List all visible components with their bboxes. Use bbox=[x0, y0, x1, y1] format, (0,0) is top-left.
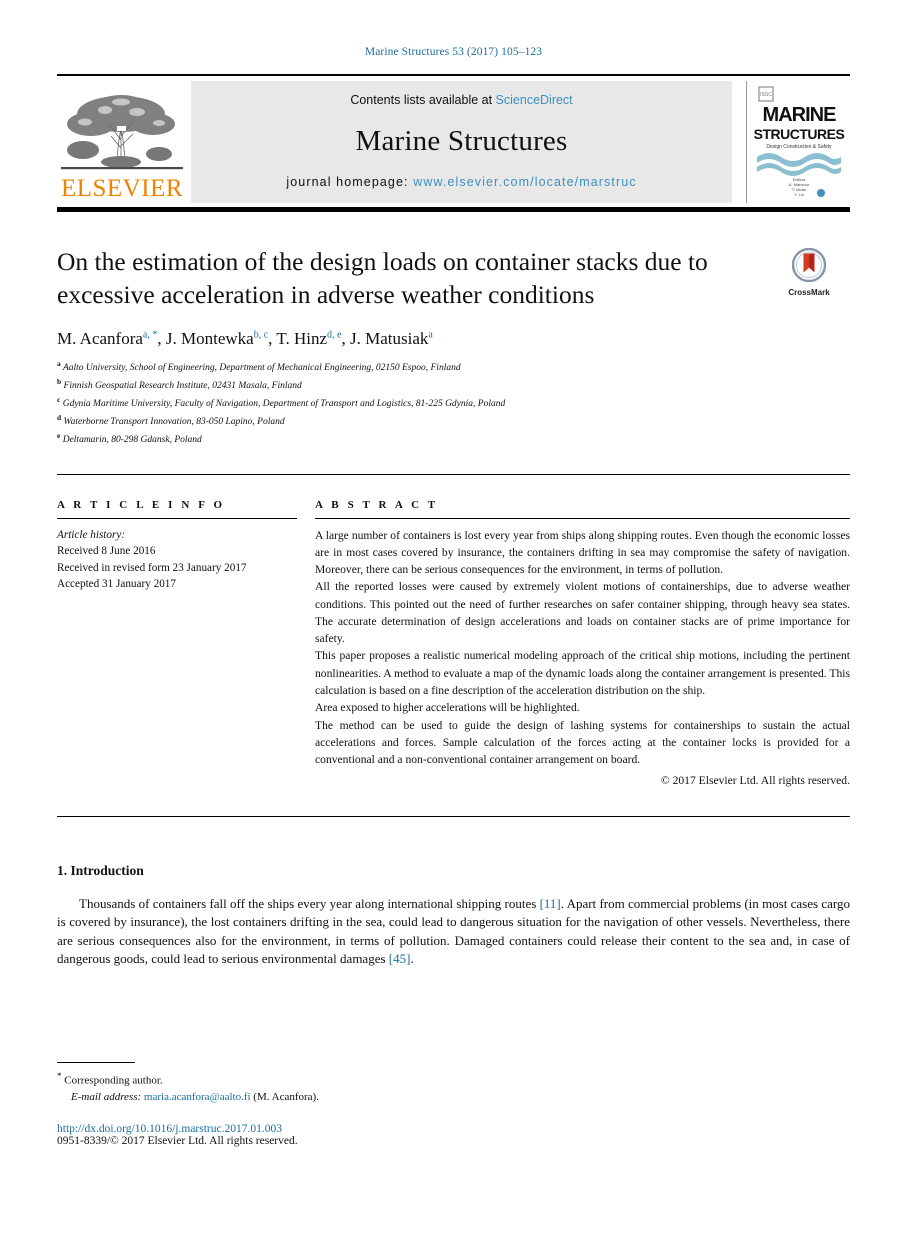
contents-line: Contents lists available at ScienceDirec… bbox=[350, 93, 572, 107]
issn-copyright-line: 0951-8339/© 2017 Elsevier Ltd. All right… bbox=[57, 1134, 298, 1147]
page-title: On the estimation of the design loads on… bbox=[57, 247, 708, 309]
author-sep: , bbox=[341, 329, 350, 349]
page-footer: * Corresponding author. E-mail address: … bbox=[57, 1062, 850, 1147]
affiliation-marker: b bbox=[57, 377, 62, 387]
info-abstract-section: A R T I C L E I N F O Article history: R… bbox=[57, 473, 850, 790]
affiliation-text: Waterborne Transport Innovation, 83-050 … bbox=[63, 417, 285, 428]
introduction-section: 1. Introduction Thousands of containers … bbox=[57, 863, 850, 969]
author-sup: b, c bbox=[253, 329, 269, 341]
article-history-label: Article history: bbox=[57, 528, 126, 541]
reference-link-45[interactable]: [45] bbox=[389, 951, 411, 966]
homepage-prefix: journal homepage: bbox=[286, 175, 414, 189]
footnote-marker: * bbox=[57, 1071, 62, 1081]
email-note: E-mail address: maria.acanfora@aalto.fi … bbox=[57, 1089, 850, 1106]
abstract-paragraph: Area exposed to higher accelerations wil… bbox=[315, 701, 580, 715]
abstract-column: A B S T R A C T A large number of contai… bbox=[315, 499, 850, 790]
abstract-body: A large number of containers is lost eve… bbox=[315, 527, 850, 790]
contents-prefix: Contents lists available at bbox=[350, 93, 496, 107]
elsevier-wordmark: ELSEVIER bbox=[60, 175, 184, 202]
affiliation-marker: a bbox=[57, 359, 61, 369]
affiliation-item: a Aalto University, School of Engineerin… bbox=[57, 358, 850, 376]
article-info-heading: A R T I C L E I N F O bbox=[57, 498, 226, 511]
author-name: M. Acanfora bbox=[57, 329, 143, 349]
article-history-item: Received in revised form 23 January 2017 bbox=[57, 561, 247, 574]
crossmark-label: CrossMark bbox=[788, 288, 830, 297]
author-sep: , bbox=[157, 329, 166, 349]
abstract-paragraph: The method can be used to guide the desi… bbox=[315, 718, 850, 767]
crossmark-badge[interactable]: CrossMark bbox=[768, 247, 850, 297]
abstract-copyright: © 2017 Elsevier Ltd. All rights reserved… bbox=[660, 774, 850, 788]
sciencedirect-link[interactable]: ScienceDirect bbox=[496, 93, 573, 107]
abstract-rule bbox=[315, 517, 850, 519]
banner-center: Contents lists available at ScienceDirec… bbox=[191, 81, 732, 203]
affiliation-item: c Gdynia Maritime University, Faculty of… bbox=[57, 394, 850, 412]
affiliation-marker: d bbox=[57, 412, 62, 422]
article-history: Article history: Received 8 June 2016 Re… bbox=[57, 527, 297, 593]
journal-banner: ELSEVIER Contents lists available at Sci… bbox=[57, 74, 850, 203]
corresponding-author-note: * Corresponding author. bbox=[57, 1070, 850, 1089]
abstract-heading: A B S T R A C T bbox=[315, 498, 439, 511]
article-info-rule bbox=[57, 517, 297, 519]
banner-bottom-rule bbox=[57, 207, 850, 212]
article-history-item: Accepted 31 January 2017 bbox=[57, 577, 176, 590]
affiliation-text: Gdynia Maritime University, Faculty of N… bbox=[62, 399, 506, 410]
author-list: M. Acanforaa, *, J. Montewkab, c, T. Hin… bbox=[57, 329, 850, 349]
svg-text:ISSC: ISSC bbox=[760, 92, 772, 98]
journal-homepage-line: journal homepage: www.elsevier.com/locat… bbox=[286, 175, 636, 189]
author-sup: a, * bbox=[142, 329, 158, 341]
author-sup: d, e bbox=[327, 329, 342, 341]
title-block: On the estimation of the design loads on… bbox=[57, 246, 850, 311]
email-label: E-mail address: bbox=[71, 1091, 142, 1104]
abstract-paragraph: All the reported losses were caused by e… bbox=[315, 580, 850, 646]
author-name: J. Matusiak bbox=[349, 329, 429, 349]
doi-link[interactable]: http://dx.doi.org/10.1016/j.marstruc.201… bbox=[57, 1123, 850, 1135]
journal-cover-thumbnail: ISSC MARINE STRUCTURES Design Constructi… bbox=[746, 81, 850, 203]
affiliation-item: b Finnish Geospatial Research Institute,… bbox=[57, 376, 850, 394]
svg-text:Design Construction & Safety: Design Construction & Safety bbox=[766, 144, 832, 150]
journal-homepage-link[interactable]: www.elsevier.com/locate/marstruc bbox=[413, 175, 636, 189]
email-link[interactable]: maria.acanfora@aalto.fi bbox=[144, 1091, 251, 1103]
elsevier-logo: ELSEVIER bbox=[57, 81, 187, 203]
author-0: M. Acanforaa, * bbox=[57, 329, 157, 348]
introduction-paragraph: Thousands of containers fall off the shi… bbox=[57, 895, 850, 969]
affiliation-item: d Waterborne Transport Innovation, 83-05… bbox=[57, 412, 850, 430]
affiliation-item: e Deltamarin, 80-298 Gdansk, Poland bbox=[57, 430, 850, 448]
affiliation-text: Finnish Geospatial Research Institute, 0… bbox=[63, 381, 302, 392]
intro-text-part-3: . bbox=[410, 950, 414, 966]
article-history-item: Received 8 June 2016 bbox=[57, 545, 156, 558]
affiliation-text: Deltamarin, 80-298 Gdansk, Poland bbox=[62, 434, 202, 445]
article-page: Marine Structures 53 (2017) 105–123 ELSE… bbox=[0, 0, 907, 1238]
affiliation-text: Aalto University, School of Engineering,… bbox=[62, 363, 461, 374]
affiliation-list: a Aalto University, School of Engineerin… bbox=[57, 358, 850, 447]
elsevier-tree-icon bbox=[61, 88, 183, 174]
footnote-rule bbox=[57, 1062, 135, 1063]
article-info-column: A R T I C L E I N F O Article history: R… bbox=[57, 499, 315, 790]
affiliation-marker: e bbox=[57, 430, 61, 440]
author-name: J. Montewka bbox=[165, 329, 254, 349]
svg-text:MARINE: MARINE bbox=[762, 104, 836, 126]
author-name: T. Hinz bbox=[276, 329, 328, 349]
author-3: J. Matusiaka bbox=[350, 329, 433, 348]
crossmark-icon bbox=[791, 247, 827, 283]
corresponding-author-text: Corresponding author. bbox=[64, 1074, 163, 1087]
author-2: T. Hinzd, e bbox=[276, 329, 341, 348]
abstract-bottom-rule bbox=[57, 815, 850, 817]
journal-title: Marine Structures bbox=[355, 124, 568, 157]
author-1: J. Montewkab, c bbox=[166, 329, 268, 348]
affiliation-marker: c bbox=[57, 395, 61, 404]
abstract-paragraph: A large number of containers is lost eve… bbox=[315, 528, 850, 577]
svg-text:STRUCTURES: STRUCTURES bbox=[753, 126, 844, 142]
svg-text:Y. Liu: Y. Liu bbox=[794, 192, 804, 197]
abstract-paragraph: This paper proposes a realistic numerica… bbox=[315, 649, 850, 698]
author-sup: a bbox=[428, 329, 433, 341]
introduction-heading: 1. Introduction bbox=[57, 862, 144, 878]
reference-link-11[interactable]: [11] bbox=[540, 896, 561, 911]
running-head: Marine Structures 53 (2017) 105–123 bbox=[364, 46, 543, 58]
intro-text-part-1: Thousands of containers fall off the shi… bbox=[79, 895, 540, 911]
email-owner: (M. Acanfora). bbox=[253, 1091, 319, 1104]
